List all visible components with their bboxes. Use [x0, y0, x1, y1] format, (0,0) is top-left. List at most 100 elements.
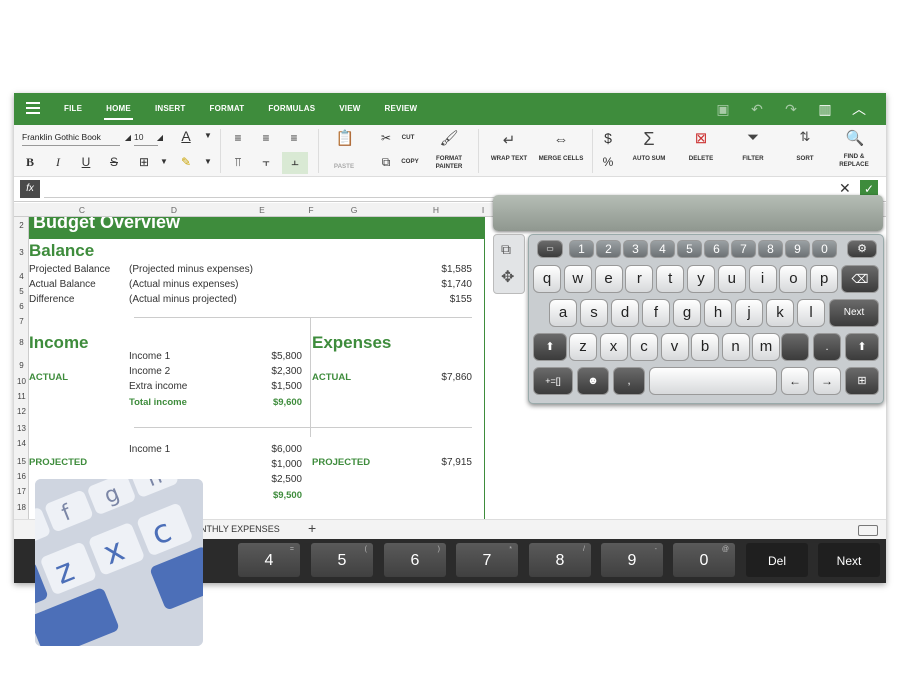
settings-icon[interactable]: ⚙	[847, 240, 877, 258]
letter-key-r[interactable]: r	[625, 265, 654, 293]
letter-key-o[interactable]: o	[779, 265, 808, 293]
strikethrough-button[interactable]: S	[104, 153, 124, 171]
layout-switch-key[interactable]: ⊞	[845, 367, 879, 395]
menu-tab-file[interactable]: FILE	[52, 93, 94, 125]
align-bottom-icon[interactable]: ⫠	[282, 152, 308, 174]
number-key-9[interactable]: -9	[601, 543, 663, 577]
period-key[interactable]: .	[813, 333, 841, 361]
align-right-icon[interactable]: ≡	[284, 129, 304, 147]
letter-key-y[interactable]: y	[687, 265, 715, 293]
hamburger-menu-icon[interactable]	[26, 102, 40, 114]
resize-icon[interactable]: ⧉	[501, 241, 511, 258]
paste-icon[interactable]: 📋	[330, 129, 360, 147]
symbols-key[interactable]: +=[]	[533, 367, 573, 395]
letter-key-s[interactable]: s	[580, 299, 608, 327]
row-header[interactable]: 6	[14, 302, 29, 311]
column-header-e[interactable]: E	[242, 203, 282, 217]
filter-icon[interactable]: ⏷	[738, 129, 768, 146]
letter-key-w[interactable]: w	[563, 265, 592, 293]
menu-tab-review[interactable]: REVIEW	[373, 93, 430, 125]
keyboard-number-key-5[interactable]: 5	[677, 240, 702, 258]
font-name-select[interactable]: Franklin Gothic Book	[22, 130, 120, 146]
auto-sum-icon[interactable]: Σ	[634, 129, 664, 150]
delete-key[interactable]: Del	[746, 543, 808, 577]
fill-color-dropdown-icon[interactable]: ▼	[198, 153, 218, 171]
letter-key-x[interactable]: x	[599, 333, 628, 361]
letter-key-q[interactable]: q	[533, 265, 561, 293]
percent-button[interactable]: %	[598, 153, 618, 171]
keyboard-number-key-8[interactable]: 8	[758, 240, 783, 258]
letter-key-j[interactable]: j	[735, 299, 763, 327]
column-header-f[interactable]: F	[306, 203, 316, 217]
row-header[interactable]: 5	[14, 287, 29, 296]
menu-tab-view[interactable]: VIEW	[327, 93, 372, 125]
number-key-0[interactable]: @0	[673, 543, 735, 577]
find-replace-icon[interactable]: 🔍	[840, 129, 870, 147]
letter-key-z[interactable]: z	[569, 333, 597, 361]
function-button[interactable]: fx	[20, 180, 40, 198]
letter-key-g[interactable]: g	[673, 299, 701, 327]
font-color-dropdown-icon[interactable]: ▼	[198, 127, 218, 145]
find-replace-label[interactable]: FIND & REPLACE	[834, 153, 874, 169]
borders-icon[interactable]: ⊞	[134, 153, 154, 171]
arrow-left-key[interactable]: ←	[781, 367, 809, 395]
cut-icon[interactable]: ✂	[376, 129, 396, 147]
letter-key-v[interactable]: v	[660, 333, 689, 361]
keyboard-number-key-2[interactable]: 2	[596, 240, 621, 258]
shift-right-key[interactable]: ⬆	[845, 333, 879, 361]
delete-icon[interactable]: ⊠	[686, 129, 716, 147]
letter-key-k[interactable]: k	[766, 299, 794, 327]
row-header[interactable]: 16	[14, 472, 29, 481]
row-header[interactable]: 13	[14, 424, 29, 433]
shift-left-key[interactable]: ⬆	[533, 333, 567, 361]
letter-key-h[interactable]: h	[704, 299, 732, 327]
menu-tab-insert[interactable]: INSERT	[143, 93, 198, 125]
bold-button[interactable]: B	[20, 153, 40, 171]
merge-cells-label[interactable]: MERGE CELLS	[536, 155, 586, 163]
borders-dropdown-icon[interactable]: ▼	[154, 153, 174, 171]
column-header-h[interactable]: H	[416, 203, 456, 217]
number-key-6[interactable]: ) 6	[384, 543, 446, 577]
letter-key-b[interactable]: b	[691, 333, 719, 361]
row-header[interactable]: 3	[14, 248, 29, 257]
row-header[interactable]: 12	[14, 407, 29, 416]
arrow-right-key[interactable]: →	[813, 367, 841, 395]
row-header[interactable]: 7	[14, 317, 29, 326]
number-key-7[interactable]: * 7	[456, 543, 518, 577]
keyboard-number-key-7[interactable]: 7	[731, 240, 756, 258]
keyboard-number-key-9[interactable]: 9	[785, 240, 810, 258]
row-header[interactable]: 8	[14, 338, 29, 347]
column-header-c[interactable]: C	[62, 203, 102, 217]
currency-button[interactable]: $	[598, 129, 618, 147]
next-key[interactable]: Next	[818, 543, 880, 577]
space-key[interactable]	[649, 367, 777, 395]
undo-icon[interactable]: ↶	[740, 93, 774, 125]
column-header-d[interactable]: D	[154, 203, 194, 217]
letter-key-l[interactable]: l	[797, 299, 825, 327]
save-icon[interactable]: ▣	[706, 93, 740, 125]
format-painter-label[interactable]: FORMAT PAINTER	[428, 155, 470, 171]
number-key-5[interactable]: (5	[311, 543, 373, 577]
font-size-dropdown-icon[interactable]: ◢	[150, 129, 170, 147]
keyboard-number-key-0[interactable]: 0	[812, 240, 837, 258]
comma-key[interactable]: ,	[613, 367, 645, 395]
letter-key-u[interactable]: u	[717, 265, 746, 293]
row-header[interactable]: 11	[14, 392, 29, 401]
row-header[interactable]: 15	[14, 457, 29, 466]
letter-key-t[interactable]: t	[656, 265, 685, 293]
italic-button[interactable]: I	[48, 153, 68, 171]
letter-key-m[interactable]: m	[752, 333, 780, 361]
row-header[interactable]: 10	[14, 377, 29, 386]
row-header[interactable]: 2	[14, 221, 29, 230]
fill-color-icon[interactable]: ✎	[176, 153, 196, 171]
move-icon[interactable]: ✥	[501, 267, 514, 287]
reading-mode-icon[interactable]: ▥	[808, 93, 842, 125]
letter-key-f[interactable]: f	[642, 299, 670, 327]
letter-key-a[interactable]: a	[549, 299, 577, 327]
keyboard-number-key-6[interactable]: 6	[704, 240, 729, 258]
column-header-g[interactable]: G	[334, 203, 374, 217]
row-header[interactable]: 17	[14, 487, 29, 496]
auto-sum-label[interactable]: AUTO SUM	[628, 155, 670, 163]
keyboard-next-key[interactable]: Next	[829, 299, 879, 327]
wrap-text-icon[interactable]: ↵	[494, 131, 524, 149]
